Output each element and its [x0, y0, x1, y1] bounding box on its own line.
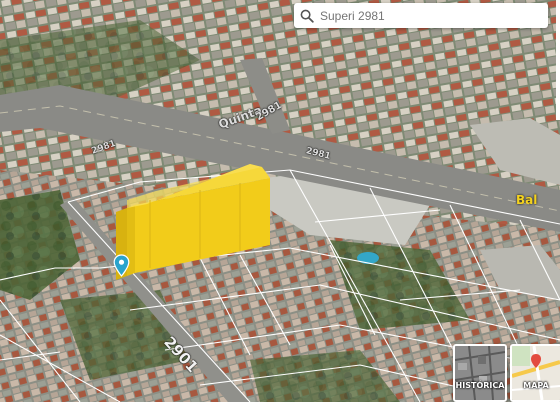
- street-label-bal: Bal: [516, 193, 538, 207]
- historic-thumbnail: [455, 346, 505, 400]
- map-aerial-view[interactable]: [0, 0, 560, 402]
- historic-label: HISTÓRICA: [455, 381, 505, 390]
- map-thumbnail: [512, 346, 560, 400]
- historic-imagery-button[interactable]: HISTÓRICA: [453, 344, 507, 402]
- search-input[interactable]: [318, 8, 542, 23]
- map-label: MAPA: [523, 381, 549, 390]
- panel-edge: [556, 0, 560, 120]
- map-view-button[interactable]: MAPA: [510, 344, 560, 402]
- location-pin-icon[interactable]: [113, 254, 130, 277]
- search-box[interactable]: [294, 3, 548, 28]
- pool: [357, 252, 379, 264]
- search-icon[interactable]: [296, 3, 318, 28]
